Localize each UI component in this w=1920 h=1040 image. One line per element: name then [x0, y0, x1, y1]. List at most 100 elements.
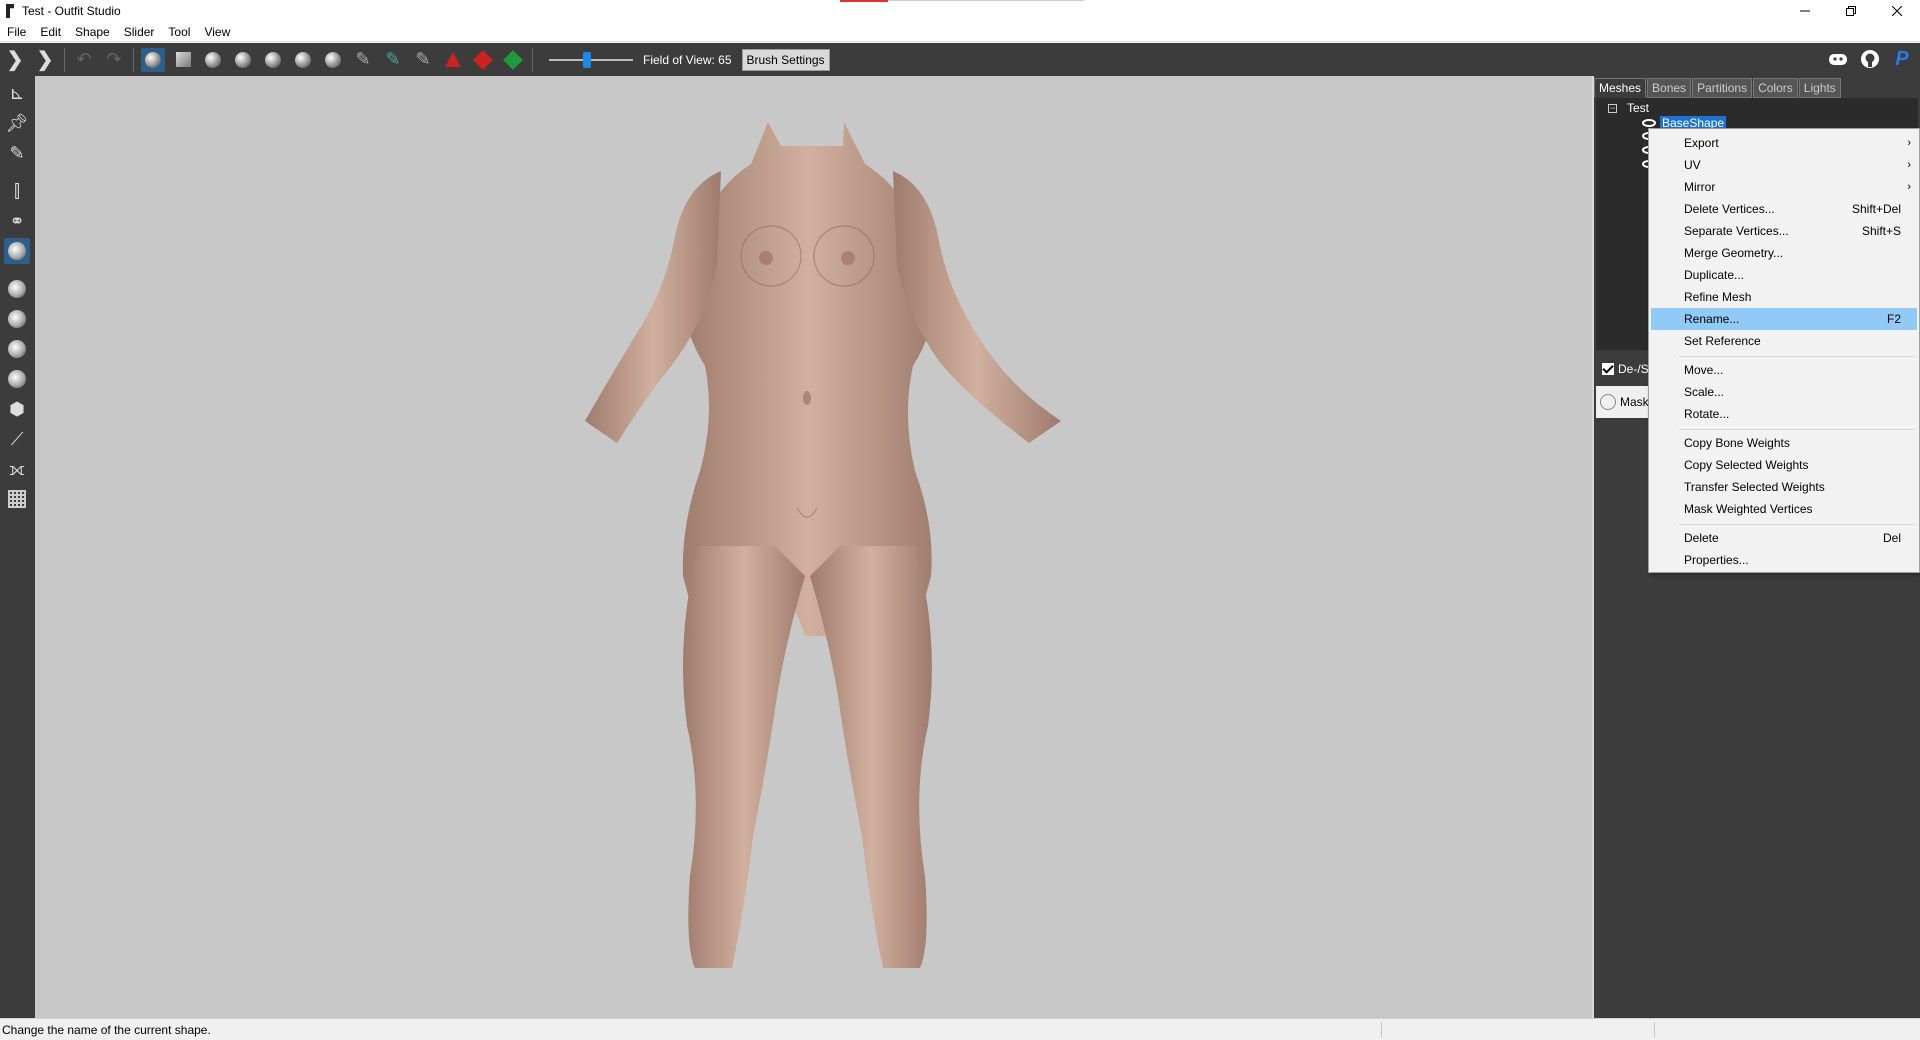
- mask-row[interactable]: Mask: [1596, 386, 1656, 418]
- fov-slider-thumb[interactable]: [583, 51, 591, 68]
- bone-move-icon[interactable]: ⟗: [4, 456, 30, 482]
- menu-file[interactable]: File: [0, 22, 33, 42]
- visibility-eye-icon[interactable]: [1642, 119, 1656, 127]
- menu-item-copy-selected-weights[interactable]: Copy Selected Weights: [1651, 454, 1917, 476]
- deflate-brush-icon[interactable]: [231, 48, 255, 72]
- collapse-vertex-icon[interactable]: [441, 48, 465, 72]
- status-text: Change the name of the current shape.: [2, 1022, 211, 1037]
- menu-item-mask-weighted-vertices[interactable]: Mask Weighted Vertices: [1651, 498, 1917, 520]
- status-separator: [1654, 1022, 1655, 1038]
- view-next-icon[interactable]: ❯: [33, 48, 57, 72]
- restore-icon[interactable]: [1828, 0, 1874, 22]
- tab-meshes[interactable]: Meshes: [1594, 78, 1647, 98]
- paypal-icon[interactable]: P: [1890, 47, 1914, 71]
- cube-icon[interactable]: ⬢: [4, 396, 30, 422]
- pin-tool-icon[interactable]: 📌︎: [4, 110, 30, 136]
- bone-icon[interactable]: ⟋: [4, 426, 30, 452]
- alpha-brush-icon[interactable]: ✎: [381, 48, 405, 72]
- menu-item-set-reference[interactable]: Set Reference: [1651, 330, 1917, 352]
- connected-only-icon[interactable]: ⚭: [4, 208, 30, 234]
- mask-brush-icon[interactable]: [171, 48, 195, 72]
- menu-item-refine-mesh[interactable]: Refine Mesh: [1651, 286, 1917, 308]
- tab-colors[interactable]: Colors: [1753, 78, 1798, 98]
- inflate-brush-icon[interactable]: [201, 48, 225, 72]
- menu-bar: File Edit Shape Slider Tool View: [0, 22, 1920, 42]
- menu-edit[interactable]: Edit: [33, 22, 68, 42]
- deselect-row[interactable]: De-/S: [1596, 356, 1656, 382]
- grid-icon[interactable]: [4, 486, 30, 512]
- undiff-brush-icon[interactable]: [321, 48, 345, 72]
- menu-slider[interactable]: Slider: [117, 22, 162, 42]
- menu-item-scale[interactable]: Scale...: [1651, 381, 1917, 403]
- sphere-medium-icon[interactable]: [4, 336, 30, 362]
- brush-settings-button[interactable]: Brush Settings: [741, 48, 830, 71]
- toolbar-separator: [532, 47, 533, 72]
- menu-item-delete[interactable]: Delete Del: [1651, 527, 1917, 549]
- mesh-render: [585, 122, 1061, 968]
- body-mesh: [585, 122, 1061, 968]
- toolbar-separator: [133, 47, 134, 72]
- close-icon[interactable]: [1874, 0, 1920, 22]
- collapse-icon[interactable]: −: [1608, 103, 1617, 113]
- tab-partitions[interactable]: Partitions: [1692, 78, 1753, 98]
- menu-item-copy-bone-weights[interactable]: Copy Bone Weights: [1651, 432, 1917, 454]
- fov-slider[interactable]: [549, 51, 633, 68]
- menu-item-transfer-selected-weights[interactable]: Transfer Selected Weights: [1651, 476, 1917, 498]
- menu-shape[interactable]: Shape: [68, 22, 117, 42]
- submenu-arrow-icon: ›: [1907, 137, 1911, 149]
- toolbar-separator: [64, 47, 65, 72]
- toolbar: ❯ ❯ ↶ ↷ ✎ ✎ ✎ Field of View: 65 Brush Se…: [0, 43, 1920, 76]
- minimize-icon[interactable]: [1782, 0, 1828, 22]
- github-icon[interactable]: [1858, 47, 1882, 71]
- menu-item-move[interactable]: Move...: [1651, 359, 1917, 381]
- menu-item-rename[interactable]: Rename... F2: [1651, 308, 1917, 330]
- mask-toggle-icon[interactable]: [1600, 394, 1616, 410]
- right-icons: P: [1826, 47, 1914, 71]
- tab-bones[interactable]: Bones: [1647, 78, 1692, 98]
- submenu-arrow-icon: ›: [1907, 159, 1911, 171]
- sphere-large-icon[interactable]: [4, 366, 30, 392]
- menu-item-separate-vertices[interactable]: Separate Vertices... Shift+S: [1651, 220, 1917, 242]
- menu-view[interactable]: View: [197, 22, 237, 42]
- tab-lights[interactable]: Lights: [1798, 78, 1841, 98]
- global-brush-icon[interactable]: [4, 238, 30, 264]
- move-brush-icon[interactable]: [261, 48, 285, 72]
- color-brush-icon[interactable]: ✎: [351, 48, 375, 72]
- 3d-viewport[interactable]: [35, 76, 1592, 1018]
- split-edge-icon[interactable]: [501, 48, 525, 72]
- x-mirror-icon[interactable]: ⫿: [4, 178, 30, 204]
- menu-item-rotate[interactable]: Rotate...: [1651, 403, 1917, 425]
- menu-item-uv[interactable]: UV ›: [1651, 154, 1917, 176]
- menu-item-properties[interactable]: Properties...: [1651, 549, 1917, 571]
- weight-brush-icon[interactable]: ✎: [411, 48, 435, 72]
- redo-icon[interactable]: ↷: [102, 48, 126, 72]
- menu-separator: [1679, 356, 1915, 357]
- deselect-label: De-/S: [1618, 362, 1649, 376]
- menu-item-export[interactable]: Export ›: [1651, 132, 1917, 154]
- menu-tool[interactable]: Tool: [161, 22, 197, 42]
- menu-separator: [1679, 524, 1915, 525]
- vertex-select-icon[interactable]: [4, 276, 30, 302]
- submenu-arrow-icon: ›: [1907, 181, 1911, 193]
- menu-item-mirror[interactable]: Mirror ›: [1651, 176, 1917, 198]
- undo-icon[interactable]: ↶: [72, 48, 96, 72]
- discord-icon[interactable]: [1826, 47, 1850, 71]
- tree-root-label: Test: [1627, 101, 1650, 115]
- left-toolbar: ⊾ 📌︎ ✎ ⫿ ⚭ ⬢ ⟋ ⟗: [0, 76, 35, 1018]
- window-controls: [1782, 0, 1920, 22]
- menu-item-duplicate[interactable]: Duplicate...: [1651, 264, 1917, 286]
- menu-item-merge-geometry[interactable]: Merge Geometry...: [1651, 242, 1917, 264]
- move-tool-icon[interactable]: ⊾: [4, 80, 30, 106]
- app-icon: [6, 4, 14, 18]
- select-brush-icon[interactable]: [141, 47, 165, 72]
- shape-context-menu: Export › UV › Mirror › Delete Vertices... Sh…: [1648, 128, 1920, 573]
- tree-root[interactable]: − Test: [1608, 101, 1649, 115]
- smooth-brush-icon[interactable]: [291, 48, 315, 72]
- pencil-tool-icon[interactable]: ✎: [4, 140, 30, 166]
- mask-label: Mask: [1620, 395, 1649, 409]
- view-toggle-icon[interactable]: ❯: [3, 48, 27, 72]
- flip-edge-icon[interactable]: [471, 48, 495, 72]
- deselect-checkbox[interactable]: [1602, 363, 1614, 375]
- sphere-small-icon[interactable]: [4, 306, 30, 332]
- menu-item-delete-vertices[interactable]: Delete Vertices... Shift+Del: [1651, 198, 1917, 220]
